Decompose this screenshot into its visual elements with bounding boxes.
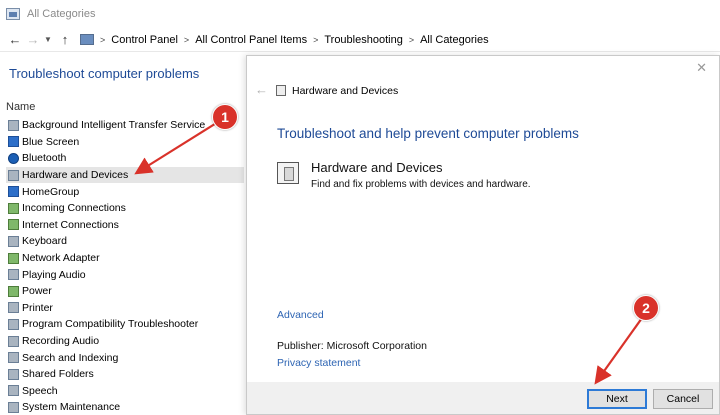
list-item-speech[interactable]: Speech [6, 383, 244, 400]
keyboard-icon [8, 235, 19, 247]
breadcrumb-all-categories[interactable]: All Categories [420, 34, 488, 46]
list-item-label: Search and Indexing [22, 351, 119, 364]
list-item-label: System Maintenance [22, 401, 121, 414]
homegroup-icon [8, 186, 19, 198]
list-item-shared-folders[interactable]: Shared Folders [6, 366, 244, 383]
list-item-label: Hardware and Devices [22, 169, 129, 182]
hardware-devices-icon [277, 162, 299, 184]
list-item-label: Bluetooth [22, 152, 67, 165]
close-icon[interactable]: ✕ [696, 60, 707, 76]
list-item-power[interactable]: Power [6, 283, 244, 300]
control-panel-icon [6, 8, 20, 20]
chevron-right-icon[interactable]: > [184, 35, 189, 45]
forward-arrow-icon[interactable]: → [24, 31, 42, 49]
printer-icon [8, 302, 19, 314]
chevron-right-icon[interactable]: > [313, 35, 318, 45]
list-item-label: Recording Audio [22, 335, 100, 348]
program-compat-icon [8, 318, 19, 330]
list-item-label: Network Adapter [22, 252, 100, 265]
power-icon [8, 285, 19, 297]
list-item-incoming-connections[interactable]: Incoming Connections [6, 200, 244, 217]
list-item-blue-screen[interactable]: Blue Screen [6, 134, 244, 151]
list-item-label: Internet Connections [22, 218, 119, 231]
troubleshooter-list: Background Intelligent Transfer Service … [6, 117, 244, 415]
list-item-printer[interactable]: Printer [6, 300, 244, 317]
playing-audio-icon [8, 269, 19, 281]
privacy-statement-link[interactable]: Privacy statement [277, 357, 360, 369]
list-item-recording-audio[interactable]: Recording Audio [6, 333, 244, 350]
list-item-internet-connections[interactable]: Internet Connections [6, 217, 244, 234]
incoming-connections-icon [8, 202, 19, 214]
annotation-badge-2: 2 [633, 295, 659, 321]
title-bar: All Categories [0, 0, 720, 28]
list-item-label: Shared Folders [22, 368, 94, 381]
dialog-heading: Troubleshoot and help prevent computer p… [277, 126, 579, 141]
recording-audio-icon [8, 335, 19, 347]
dialog-footer: Next Cancel [247, 382, 719, 414]
up-arrow-icon[interactable]: ↑ [56, 31, 74, 49]
troubleshooter-description: Find and fix problems with devices and h… [311, 179, 531, 190]
network-adapter-icon [8, 252, 19, 264]
list-item-search-and-indexing[interactable]: Search and Indexing [6, 349, 244, 366]
internet-connections-icon [8, 219, 19, 231]
breadcrumb-all-items[interactable]: All Control Panel Items [195, 34, 307, 46]
window-title: All Categories [27, 8, 96, 20]
list-item-keyboard[interactable]: Keyboard [6, 233, 244, 250]
location-icon [80, 34, 94, 45]
list-item-label: Speech [22, 384, 58, 397]
address-bar: ← → ▼ ↑ > Control Panel > All Control Pa… [0, 28, 720, 52]
list-item-bluetooth[interactable]: Bluetooth [6, 150, 244, 167]
speech-icon [8, 385, 19, 397]
blue-screen-icon [8, 136, 19, 148]
list-item-homegroup[interactable]: HomeGroup [6, 183, 244, 200]
list-item-label: Keyboard [22, 235, 67, 248]
troubleshooter-header-icon [276, 85, 286, 96]
list-item-label: Playing Audio [22, 268, 86, 281]
next-button[interactable]: Next [587, 389, 647, 409]
bits-icon [8, 119, 19, 131]
advanced-link[interactable]: Advanced [277, 309, 324, 321]
list-item-label: Program Compatibility Troubleshooter [22, 318, 199, 331]
publisher-text: Publisher: Microsoft Corporation [277, 340, 427, 352]
back-arrow-icon[interactable]: ← [6, 31, 24, 49]
list-item-label: HomeGroup [22, 185, 80, 198]
list-item-hardware-and-devices[interactable]: Hardware and Devices [6, 166, 244, 184]
chevron-right-icon[interactable]: > [409, 35, 414, 45]
hardware-icon [8, 169, 19, 181]
list-item-network-adapter[interactable]: Network Adapter [6, 250, 244, 267]
list-item-label: Power [22, 285, 52, 298]
cancel-button[interactable]: Cancel [653, 389, 713, 409]
dialog-header-title: Hardware and Devices [292, 85, 399, 97]
list-item-playing-audio[interactable]: Playing Audio [6, 266, 244, 283]
troubleshooter-dialog: ✕ ← Hardware and Devices Troubleshoot an… [246, 55, 720, 415]
column-header-name[interactable]: Name [6, 101, 35, 113]
system-maintenance-icon [8, 401, 19, 413]
shared-folders-icon [8, 368, 19, 380]
back-arrow-icon[interactable]: ← [255, 82, 268, 97]
list-item-bits[interactable]: Background Intelligent Transfer Service [6, 117, 244, 134]
recent-locations-chevron-icon[interactable]: ▼ [42, 31, 54, 49]
page-title: Troubleshoot computer problems [9, 66, 200, 81]
troubleshooter-title: Hardware and Devices [311, 160, 443, 175]
list-item-label: Printer [22, 301, 53, 314]
chevron-right-icon[interactable]: > [100, 35, 105, 45]
breadcrumb-control-panel[interactable]: Control Panel [111, 34, 178, 46]
bluetooth-icon [8, 152, 19, 164]
breadcrumb-troubleshooting[interactable]: Troubleshooting [324, 34, 402, 46]
search-indexing-icon [8, 352, 19, 364]
list-item-program-compatibility[interactable]: Program Compatibility Troubleshooter [6, 316, 244, 333]
annotation-badge-1: 1 [212, 104, 238, 130]
list-item-label: Blue Screen [22, 135, 80, 148]
list-item-label: Background Intelligent Transfer Service [22, 119, 206, 132]
list-item-system-maintenance[interactable]: System Maintenance [6, 399, 244, 415]
list-item-label: Incoming Connections [22, 202, 126, 215]
